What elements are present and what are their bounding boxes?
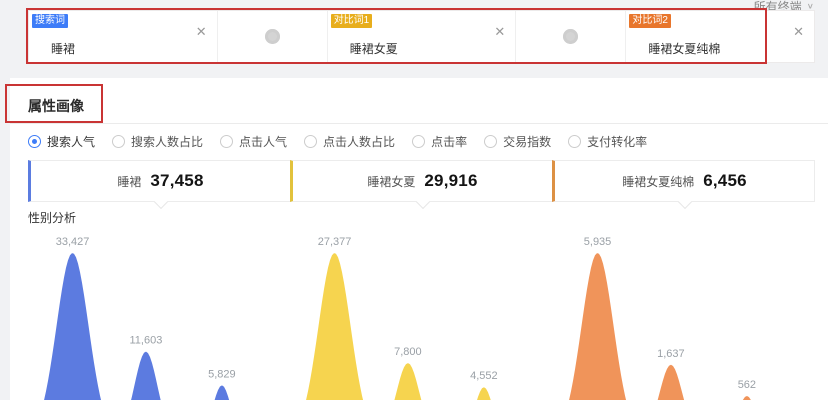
metric-radio-searcher-ratio[interactable]: 搜索人数占比 <box>112 133 203 150</box>
compare1-keyword-field[interactable]: 对比词1 睡裙女夏 ✕ <box>328 11 517 62</box>
radio-icon <box>412 135 425 148</box>
clear-icon[interactable]: ✕ <box>494 25 505 38</box>
search-keyword-tag: 搜索词 <box>32 14 68 28</box>
density-chart-keyword1: 33,427 11,603 5,829 <box>28 228 290 400</box>
compare1-keyword-value[interactable]: 睡裙女夏 <box>350 40 398 57</box>
metric-radio-trade-index[interactable]: 交易指数 <box>484 133 551 150</box>
radio-icon <box>304 135 317 148</box>
search-keyword-field[interactable]: 搜索词 睡裙 ✕ <box>29 11 218 62</box>
metric-radio-group: 搜索人气 搜索人数占比 点击人气 点击人数占比 点击率 交易指数 支付转化率 <box>28 133 647 150</box>
svg-text:4,552: 4,552 <box>470 370 498 382</box>
card-notch <box>153 195 167 209</box>
metric-radio-pay-conversion[interactable]: 支付转化率 <box>568 133 647 150</box>
stat-card-keyword3[interactable]: 睡裙女夏纯棉 6,456 <box>552 160 815 202</box>
metric-radio-clicker-ratio[interactable]: 点击人数占比 <box>304 133 395 150</box>
svg-text:5,829: 5,829 <box>208 368 236 380</box>
radio-selected-icon <box>28 135 41 148</box>
clear-icon[interactable]: ✕ <box>793 25 804 38</box>
metric-radio-click-rate[interactable]: 点击率 <box>412 133 467 150</box>
compare2-keyword-tag: 对比词2 <box>629 14 671 28</box>
svg-text:27,377: 27,377 <box>318 236 352 248</box>
gender-distribution-charts: 33,427 11,603 5,829 27,377 7,800 4,552 5,935… <box>28 228 815 400</box>
compare1-keyword-tag: 对比词1 <box>331 14 373 28</box>
metric-radio-click-popularity[interactable]: 点击人气 <box>220 133 287 150</box>
radio-icon <box>568 135 581 148</box>
section-title: 属性画像 <box>28 96 84 116</box>
compare2-keyword-field[interactable]: 对比词2 睡裙女夏纯棉 ✕ <box>626 11 814 62</box>
radio-icon <box>220 135 233 148</box>
vs-circle-icon <box>563 29 578 44</box>
compare2-keyword-value[interactable]: 睡裙女夏纯棉 <box>648 40 720 57</box>
radio-icon <box>112 135 125 148</box>
stat-card-keyword2[interactable]: 睡裙女夏 29,916 <box>290 160 553 202</box>
metric-radio-search-popularity[interactable]: 搜索人气 <box>28 133 95 150</box>
keyword-stat-cards: 睡裙 37,458 睡裙女夏 29,916 睡裙女夏纯棉 6,456 <box>28 160 815 202</box>
compare-separator <box>516 11 626 62</box>
stat-card-keyword1[interactable]: 睡裙 37,458 <box>28 160 291 202</box>
density-chart-keyword3: 5,935 1,637 562 <box>553 228 815 400</box>
svg-text:33,427: 33,427 <box>56 236 90 248</box>
divider <box>10 123 828 124</box>
card-notch <box>415 195 429 209</box>
clear-icon[interactable]: ✕ <box>196 25 207 38</box>
attribute-portrait-panel: 属性画像 搜索人气 搜索人数占比 点击人气 点击人数占比 点击率 交易指数 <box>10 78 828 400</box>
svg-text:7,800: 7,800 <box>394 346 422 358</box>
svg-text:1,637: 1,637 <box>657 348 685 360</box>
vs-circle-icon <box>265 29 280 44</box>
gender-analysis-title: 性别分析 <box>28 209 76 226</box>
svg-text:562: 562 <box>737 379 755 391</box>
svg-text:11,603: 11,603 <box>129 335 162 347</box>
radio-icon <box>484 135 497 148</box>
keyword-toolbar: 搜索词 睡裙 ✕ 对比词1 睡裙女夏 ✕ 对比词2 睡裙女夏纯棉 ✕ <box>28 10 815 63</box>
density-chart-keyword2: 27,377 7,800 4,552 <box>290 228 552 400</box>
search-keyword-value[interactable]: 睡裙 <box>51 40 75 57</box>
card-notch <box>677 195 691 209</box>
compare-separator <box>218 11 328 62</box>
svg-text:5,935: 5,935 <box>583 236 611 248</box>
